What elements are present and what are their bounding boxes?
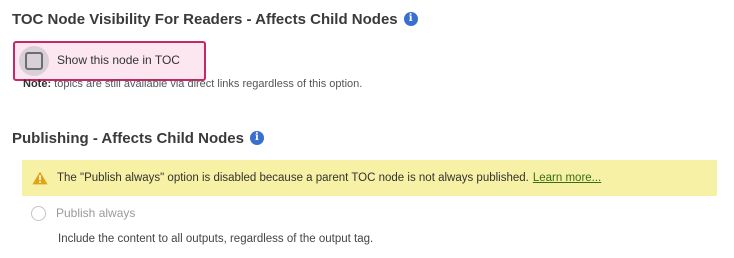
- show-in-toc-checkbox-row[interactable]: Show this node in TOC: [13, 41, 206, 81]
- checkbox-focus-halo: [19, 46, 49, 76]
- warning-text: The "Publish always" option is disabled …: [57, 172, 529, 184]
- toc-visibility-heading: TOC Node Visibility For Readers - Affect…: [12, 9, 418, 29]
- publish-always-option[interactable]: Publish always: [31, 203, 135, 223]
- info-icon[interactable]: i: [249, 131, 264, 145]
- toc-visibility-title: TOC Node Visibility For Readers - Affect…: [12, 10, 398, 28]
- publish-always-description: Include the content to all outputs, rega…: [58, 233, 374, 245]
- warning-triangle-icon: [32, 171, 48, 185]
- publishing-heading: Publishing - Affects Child Nodes i: [12, 128, 264, 148]
- info-icon[interactable]: i: [403, 12, 418, 26]
- note-label: Note:: [23, 78, 52, 90]
- show-in-toc-checkbox[interactable]: [25, 52, 43, 70]
- show-in-toc-label[interactable]: Show this node in TOC: [57, 53, 180, 67]
- toc-note: Note: topics are still available via dir…: [23, 78, 362, 90]
- publishing-title: Publishing - Affects Child Nodes: [12, 129, 244, 147]
- note-text: topics are still available via direct li…: [51, 78, 363, 90]
- publish-always-label[interactable]: Publish always: [56, 206, 135, 220]
- publish-always-warning-banner: The "Publish always" option is disabled …: [22, 160, 717, 196]
- publish-always-radio[interactable]: [31, 205, 46, 221]
- learn-more-link[interactable]: Learn more...: [533, 172, 601, 184]
